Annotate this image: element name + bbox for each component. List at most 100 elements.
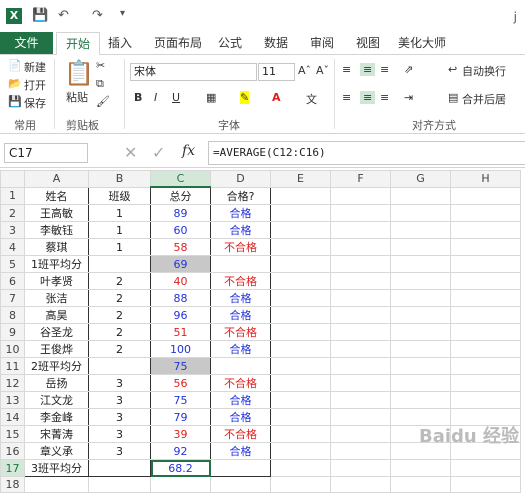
cell[interactable] <box>390 204 451 222</box>
cell[interactable] <box>270 255 331 273</box>
align-middle-icon[interactable]: ≡ <box>360 63 376 76</box>
row-header[interactable]: 6 <box>0 272 25 290</box>
cell[interactable] <box>390 391 451 409</box>
cell[interactable] <box>270 289 331 307</box>
cell[interactable]: 2班平均分 <box>24 357 89 375</box>
row-header[interactable]: 10 <box>0 340 25 358</box>
save-file-icon[interactable]: 💾 <box>8 95 22 108</box>
tab-page-layout[interactable]: 页面布局 <box>148 32 208 54</box>
cell[interactable] <box>390 323 451 341</box>
cell[interactable] <box>270 221 331 239</box>
cell[interactable] <box>270 391 331 409</box>
cell[interactable] <box>330 255 391 273</box>
align-top-icon[interactable]: ≡ <box>342 63 351 76</box>
underline-icon[interactable]: U <box>172 91 180 104</box>
phonetic-icon[interactable]: 文 <box>306 91 317 107</box>
cell[interactable]: 高昊 <box>24 306 89 324</box>
align-bottom-icon[interactable]: ≡ <box>380 63 389 76</box>
cell[interactable]: 68.2 <box>150 459 211 477</box>
cell[interactable] <box>450 289 521 307</box>
align-left-icon[interactable]: ≡ <box>342 91 351 104</box>
cell[interactable]: 宋菁涛 <box>24 425 89 443</box>
cell[interactable] <box>450 255 521 273</box>
cell[interactable] <box>450 391 521 409</box>
row-header[interactable]: 18 <box>0 476 25 493</box>
column-header[interactable]: F <box>330 170 391 188</box>
row-header[interactable]: 4 <box>0 238 25 256</box>
shrink-font-icon[interactable]: Aˇ <box>316 64 329 77</box>
cell[interactable]: 李金峰 <box>24 408 89 426</box>
cell[interactable]: 王高敏 <box>24 204 89 222</box>
column-header[interactable]: H <box>450 170 521 188</box>
cell[interactable]: 合格 <box>210 408 271 426</box>
enter-icon[interactable]: ✓ <box>152 143 165 162</box>
merge-center-button[interactable]: 合并后居 <box>462 91 506 107</box>
tab-review[interactable]: 审阅 <box>304 32 340 54</box>
cell[interactable] <box>450 374 521 392</box>
cell[interactable] <box>24 476 89 493</box>
row-header[interactable]: 12 <box>0 374 25 392</box>
cell[interactable]: 谷圣龙 <box>24 323 89 341</box>
cell[interactable]: 88 <box>150 289 211 307</box>
cell[interactable] <box>330 459 391 477</box>
cell[interactable] <box>450 272 521 290</box>
column-header[interactable]: D <box>210 170 271 188</box>
formula-input[interactable]: =AVERAGE(C12:C16) <box>208 141 525 165</box>
cell[interactable] <box>330 425 391 443</box>
cell[interactable] <box>450 204 521 222</box>
cell[interactable]: 1 <box>88 204 151 222</box>
tab-data[interactable]: 数据 <box>258 32 294 54</box>
cell[interactable]: 张洁 <box>24 289 89 307</box>
cell[interactable]: 姓名 <box>24 186 89 205</box>
tab-formulas[interactable]: 公式 <box>212 32 248 54</box>
cell[interactable]: 60 <box>150 221 211 239</box>
cell[interactable] <box>330 306 391 324</box>
cell[interactable] <box>390 357 451 375</box>
cell[interactable] <box>88 357 151 375</box>
cell[interactable]: 89 <box>150 204 211 222</box>
cell[interactable]: 3班平均分 <box>24 459 89 477</box>
cell[interactable] <box>210 357 271 375</box>
cell[interactable] <box>210 476 271 493</box>
cell[interactable]: 合格 <box>210 289 271 307</box>
column-header[interactable]: A <box>24 170 89 188</box>
cell[interactable] <box>330 357 391 375</box>
cell[interactable] <box>270 306 331 324</box>
cell[interactable]: 1 <box>88 238 151 256</box>
cell[interactable]: 合格 <box>210 391 271 409</box>
column-header[interactable]: G <box>390 170 451 188</box>
tab-insert[interactable]: 插入 <box>102 32 138 54</box>
cell[interactable] <box>450 221 521 239</box>
name-box[interactable]: C17 <box>4 143 88 163</box>
cell[interactable]: 王俊烨 <box>24 340 89 358</box>
cell[interactable]: 39 <box>150 425 211 443</box>
open-button[interactable]: 打开 <box>24 77 46 93</box>
cell[interactable] <box>150 476 211 493</box>
cell[interactable]: 岳扬 <box>24 374 89 392</box>
cell[interactable] <box>88 459 151 477</box>
cell[interactable] <box>390 221 451 239</box>
paste-button[interactable]: 粘贴 <box>66 89 88 105</box>
cell[interactable] <box>270 340 331 358</box>
cell[interactable]: 不合格 <box>210 425 271 443</box>
row-header[interactable]: 14 <box>0 408 25 426</box>
column-header[interactable]: E <box>270 170 331 188</box>
row-header[interactable]: 3 <box>0 221 25 239</box>
insert-function-icon[interactable]: fx <box>182 143 195 159</box>
row-header[interactable]: 13 <box>0 391 25 409</box>
cell[interactable] <box>210 459 271 477</box>
orientation-icon[interactable]: ⇗ <box>404 63 413 76</box>
cell[interactable] <box>330 374 391 392</box>
cell[interactable] <box>390 238 451 256</box>
cell[interactable] <box>390 272 451 290</box>
cell[interactable] <box>270 204 331 222</box>
tab-beautify[interactable]: 美化大师 <box>392 32 452 54</box>
merge-icon[interactable]: ▤ <box>448 91 458 104</box>
cell[interactable]: 51 <box>150 323 211 341</box>
undo-icon[interactable]: ↶ <box>58 8 69 23</box>
row-header[interactable]: 17 <box>0 459 25 477</box>
cell[interactable] <box>210 255 271 273</box>
row-header[interactable]: 15 <box>0 425 25 443</box>
row-header[interactable]: 8 <box>0 306 25 324</box>
font-name-combo[interactable]: 宋体 <box>130 63 257 81</box>
